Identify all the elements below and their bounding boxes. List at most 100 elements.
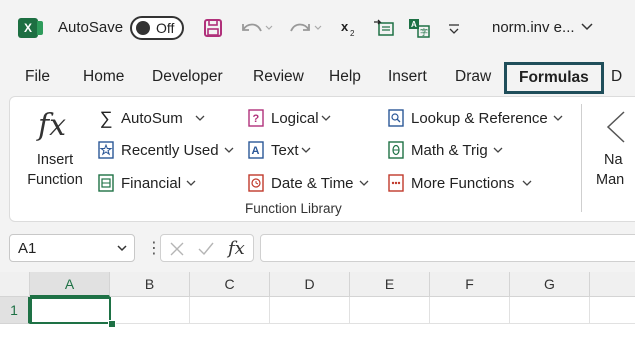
cell-d1[interactable]	[270, 297, 350, 324]
date-time-button[interactable]: Date & Time	[247, 171, 369, 195]
name-box-value: A1	[18, 240, 37, 257]
tab-file[interactable]: File	[25, 62, 50, 92]
name-manager-icon[interactable]	[604, 110, 628, 149]
chevron-down-icon	[224, 147, 234, 153]
svg-text:A: A	[411, 20, 417, 29]
select-all-corner[interactable]	[0, 272, 30, 297]
svg-text:2: 2	[350, 29, 355, 38]
svg-text:x: x	[341, 19, 349, 34]
sigma-icon: ∑	[99, 107, 113, 128]
chevron-down-icon[interactable]	[116, 241, 128, 255]
text-button[interactable]: A Text	[247, 138, 311, 162]
cell-h1[interactable]	[590, 297, 635, 324]
translate-icon: A 字	[409, 19, 430, 38]
financial-button[interactable]: Financial	[97, 171, 196, 195]
text-book-icon: A	[247, 141, 265, 159]
customize-icon	[449, 24, 459, 34]
name-box[interactable]: A1	[9, 234, 135, 262]
recently-used-button[interactable]: Recently Used	[97, 138, 234, 162]
title-bar: X AutoSave Off x 2 A 字 norm.inv e...	[0, 0, 635, 58]
more-functions-button[interactable]: More Functions	[387, 171, 532, 195]
insert-function-fx-icon[interactable]: fx	[228, 238, 245, 259]
svg-text:字: 字	[420, 27, 428, 37]
lookup-reference-label: Lookup & Reference	[411, 109, 548, 127]
column-header-e[interactable]: E	[350, 272, 430, 297]
autosum-button[interactable]: ∑ AutoSum	[97, 106, 205, 130]
column-header-c[interactable]: C	[190, 272, 270, 297]
column-header-b[interactable]: B	[110, 272, 190, 297]
tab-developer[interactable]: Developer	[152, 62, 223, 92]
logical-button[interactable]: ? Logical	[247, 106, 331, 130]
tab-insert[interactable]: Insert	[388, 62, 427, 92]
clock-book-icon	[247, 174, 265, 192]
financial-label: Financial	[121, 174, 182, 192]
translate-button[interactable]: A 字	[406, 14, 432, 42]
doc-title-dropdown[interactable]	[580, 16, 594, 41]
autosave-toggle[interactable]: Off	[130, 16, 184, 40]
save-icon	[204, 19, 222, 37]
undo-button[interactable]	[238, 14, 274, 42]
document-title[interactable]: norm.inv e...	[492, 19, 575, 36]
excel-logo-icon: X	[18, 18, 43, 38]
tab-formulas[interactable]: Formulas	[504, 62, 604, 94]
column-header-next[interactable]	[590, 272, 635, 297]
column-header-d[interactable]: D	[270, 272, 350, 297]
column-header-a[interactable]: A	[30, 272, 110, 297]
autosave-state: Off	[156, 20, 175, 36]
tab-draw[interactable]: Draw	[455, 62, 491, 92]
formula-input[interactable]	[260, 234, 635, 262]
cell-g1[interactable]	[510, 297, 590, 324]
cell-b1[interactable]	[111, 297, 190, 324]
insert-function-icon[interactable]: fx	[38, 108, 66, 143]
save-button[interactable]	[200, 14, 226, 42]
cell-c1[interactable]	[190, 297, 270, 324]
redo-icon	[290, 23, 322, 32]
chevron-down-icon	[186, 180, 196, 186]
enter-check-icon[interactable]	[197, 241, 215, 257]
chevron-down-icon	[321, 115, 331, 121]
more-book-icon	[387, 174, 405, 192]
recently-used-label: Recently Used	[121, 141, 219, 159]
insert-function-button[interactable]: Insert Function	[22, 150, 88, 190]
tab-review[interactable]: Review	[253, 62, 304, 92]
chevron-down-icon	[195, 115, 205, 121]
svg-text:?: ?	[253, 113, 260, 125]
sheet-action-button[interactable]	[372, 14, 398, 42]
tab-home[interactable]: Home	[83, 62, 124, 92]
subscript-icon: x 2	[341, 19, 355, 38]
worksheet-grid: A B C D E F G 1	[0, 272, 635, 338]
insert-function-label-2: Function	[27, 172, 83, 188]
toggle-knob	[136, 21, 150, 35]
date-time-label: Date & Time	[271, 174, 354, 192]
cell-e1[interactable]	[350, 297, 430, 324]
logical-book-icon: ?	[247, 109, 265, 127]
logical-label: Logical	[271, 109, 319, 127]
insert-function-label-1: Insert	[36, 152, 74, 168]
formula-actions: fx	[160, 234, 254, 262]
more-functions-label: More Functions	[411, 174, 515, 192]
row-header-1[interactable]: 1	[0, 297, 30, 324]
svg-text:A: A	[252, 145, 260, 157]
tab-data-partial[interactable]: D	[611, 62, 622, 92]
customize-qat-button[interactable]	[444, 14, 464, 42]
column-header-g[interactable]: G	[510, 272, 590, 297]
redo-button[interactable]	[286, 14, 324, 42]
cancel-icon[interactable]	[169, 241, 185, 257]
ribbon-group-divider	[581, 104, 582, 212]
undo-icon	[242, 23, 273, 32]
function-library-group-label: Function Library	[245, 201, 342, 216]
chevron-down-icon	[553, 115, 563, 121]
chevron-down-icon	[301, 147, 310, 153]
lookup-reference-button[interactable]: Lookup & Reference	[387, 106, 563, 130]
fill-handle[interactable]	[108, 320, 116, 328]
chevron-down-icon	[522, 180, 532, 186]
subscript-button[interactable]: x 2	[338, 14, 360, 42]
column-header-f[interactable]: F	[430, 272, 510, 297]
math-trig-button[interactable]: Math & Trig	[387, 138, 503, 162]
text-label: Text	[271, 141, 299, 159]
tab-help[interactable]: Help	[329, 62, 361, 92]
name-manager-button[interactable]: Na Man	[596, 150, 624, 190]
cell-f1[interactable]	[430, 297, 510, 324]
cell-a1[interactable]	[30, 297, 111, 324]
star-book-icon	[97, 141, 115, 159]
